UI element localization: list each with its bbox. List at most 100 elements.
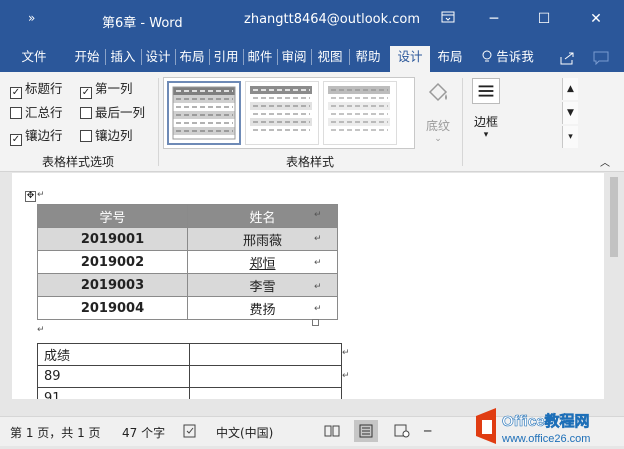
banded-rows-checkbox[interactable]: ✓ 镶边行 — [10, 127, 63, 146]
tab-help[interactable]: 帮助 — [350, 46, 386, 72]
table-cell-text: 郑恒 — [249, 256, 276, 272]
maximize-button[interactable]: ☐ — [532, 9, 556, 29]
paragraph-mark-icon: ↵ — [37, 190, 45, 200]
table-row: 91 — [37, 387, 342, 399]
table-move-handle-icon[interactable]: ✥ — [25, 191, 36, 202]
table-row: 2019002 郑恒 — [37, 250, 338, 274]
ribbon-display-icon[interactable] — [436, 9, 460, 29]
table-cell[interactable]: 2019004 — [37, 296, 188, 320]
table-resize-handle[interactable] — [312, 319, 319, 326]
table-cell[interactable] — [189, 387, 342, 399]
shading-button[interactable]: 底纹 ⌄ — [420, 80, 456, 144]
first-column-checkbox[interactable]: ✓ 第一列 — [80, 80, 133, 99]
paragraph-mark-icon: ↵ — [37, 325, 45, 335]
table-style-thumbnail[interactable] — [245, 81, 319, 145]
table-cell[interactable]: 2019002 — [37, 250, 188, 274]
table-style-thumbnail[interactable] — [323, 81, 397, 145]
borders-label: 边框 — [473, 115, 498, 129]
document-page[interactable]: ✥ ↵ 学号 姓名 2019001 邢雨薇 2019002 郑恒 2019003… — [12, 173, 604, 399]
total-row-checkbox[interactable]: 汇总行 — [10, 104, 63, 122]
gallery-scroll-down-icon[interactable]: ▼ — [562, 102, 578, 124]
svg-text:Office教程网: Office教程网 — [502, 412, 590, 430]
tab-file[interactable]: 文件 — [14, 46, 54, 72]
table-row: 2019003 李雪 — [37, 273, 338, 297]
tab-design[interactable]: 设计 — [142, 46, 174, 72]
language-indicator[interactable]: 中文(中国) — [216, 424, 273, 441]
checkbox-empty-icon — [10, 107, 22, 119]
gallery-scroll-up-icon[interactable]: ▲ — [562, 78, 578, 100]
table-styles-group-label: 表格样式 — [286, 155, 335, 169]
ribbon-table-design: ✓ 标题行 ✓ 第一列 汇总行 最后一列 ✓ 镶边行 镶边列 表格样式选项 ▲ ▼ ▾… — [0, 72, 624, 172]
score-table[interactable]: 成绩 89 91 — [37, 343, 342, 399]
zoom-out-icon[interactable]: ─ — [424, 424, 431, 438]
student-table[interactable]: 学号 姓名 2019001 邢雨薇 2019002 郑恒 2019003 李雪 … — [37, 204, 338, 320]
chevron-down-icon: ⌄ — [434, 134, 442, 144]
tab-mailings[interactable]: 邮件 — [244, 46, 276, 72]
document-title: 第6章 - Word — [102, 16, 183, 31]
last-column-checkbox[interactable]: 最后一列 — [80, 104, 145, 122]
comments-icon[interactable] — [590, 46, 612, 72]
end-of-row-mark-icon: ↵ — [314, 304, 322, 314]
office-tutorial-logo: Office教程网 www.office26.com — [462, 396, 624, 446]
collapse-ribbon-icon[interactable]: ︿ — [600, 154, 610, 169]
table-cell[interactable]: 成绩 — [37, 343, 190, 366]
end-of-row-mark-icon: ↵ — [314, 234, 322, 244]
tab-review[interactable]: 审阅 — [278, 46, 310, 72]
table-row: 成绩 — [37, 343, 342, 366]
lightbulb-icon — [482, 49, 496, 64]
table-row: 89 — [37, 365, 342, 388]
end-of-row-mark-icon: ↵ — [342, 371, 350, 381]
print-layout-icon[interactable] — [354, 420, 378, 442]
tell-me-search[interactable]: 告诉我 — [478, 46, 538, 72]
paint-bucket-icon — [424, 82, 452, 111]
minimize-button[interactable]: ─ — [482, 9, 506, 29]
tab-insert[interactable]: 插入 — [106, 46, 140, 72]
ribbon-tabs: 文件 开始 插入 设计 布局 引用 邮件 审阅 视图 帮助 设计 布局 告诉我 — [0, 40, 624, 72]
table-row: 2019001 邢雨薇 — [37, 227, 338, 251]
vertical-scrollbar[interactable] — [606, 173, 622, 399]
style-options-group-label: 表格样式选项 — [42, 155, 115, 169]
table-cell[interactable] — [189, 365, 342, 388]
checkbox-checked-icon: ✓ — [80, 87, 92, 99]
account-name[interactable]: zhangtt8464@outlook.com — [244, 12, 420, 27]
header-cell-id[interactable]: 学号 — [37, 204, 188, 228]
table-styles-gallery: ▲ ▼ ▾ — [163, 77, 578, 149]
svg-text:www.office26.com: www.office26.com — [501, 433, 590, 445]
table-cell[interactable]: 91 — [37, 387, 190, 399]
tell-me-label: 告诉我 — [496, 49, 534, 64]
gallery-more-icon[interactable]: ▾ — [562, 126, 578, 148]
web-layout-icon[interactable] — [394, 424, 410, 441]
table-cell[interactable] — [189, 343, 342, 366]
end-of-row-mark-icon: ↵ — [314, 210, 322, 220]
end-of-row-mark-icon: ↵ — [342, 348, 350, 358]
checkbox-checked-icon: ✓ — [10, 87, 22, 99]
end-of-row-mark-icon: ↵ — [314, 258, 322, 268]
header-row-checkbox[interactable]: ✓ 标题行 — [10, 80, 63, 99]
tab-table-layout[interactable]: 布局 — [432, 46, 468, 72]
banded-columns-checkbox[interactable]: 镶边列 — [80, 127, 133, 145]
tab-layout[interactable]: 布局 — [176, 46, 208, 72]
word-count[interactable]: 47 个字 — [122, 424, 165, 441]
table-cell[interactable]: 2019001 — [37, 227, 188, 251]
document-area: ✥ ↵ 学号 姓名 2019001 邢雨薇 2019002 郑恒 2019003… — [0, 173, 624, 416]
checkbox-empty-icon — [80, 107, 92, 119]
table-style-thumbnail[interactable] — [167, 81, 241, 145]
quick-access-overflow-button[interactable]: » — [28, 11, 35, 25]
table-cell[interactable]: 89 — [37, 365, 190, 388]
tab-home[interactable]: 开始 — [70, 46, 104, 72]
shading-label: 底纹 — [425, 119, 450, 133]
share-icon[interactable] — [556, 46, 578, 72]
table-cell[interactable]: 2019003 — [37, 273, 188, 297]
tab-view[interactable]: 视图 — [312, 46, 348, 72]
close-button[interactable]: ✕ — [584, 9, 608, 29]
checkbox-checked-icon: ✓ — [10, 134, 22, 146]
tab-references[interactable]: 引用 — [210, 46, 242, 72]
table-row: 2019004 费扬 — [37, 296, 338, 320]
page-count[interactable]: 第 1 页，共 1 页 — [10, 424, 101, 441]
proofing-icon[interactable] — [183, 424, 197, 441]
read-mode-icon[interactable] — [324, 424, 340, 441]
borders-button[interactable]: 边框 ▾ — [468, 78, 504, 140]
tab-table-design[interactable]: 设计 — [390, 46, 430, 72]
chevron-down-icon: ▾ — [483, 130, 489, 140]
scrollbar-thumb[interactable] — [610, 177, 618, 257]
